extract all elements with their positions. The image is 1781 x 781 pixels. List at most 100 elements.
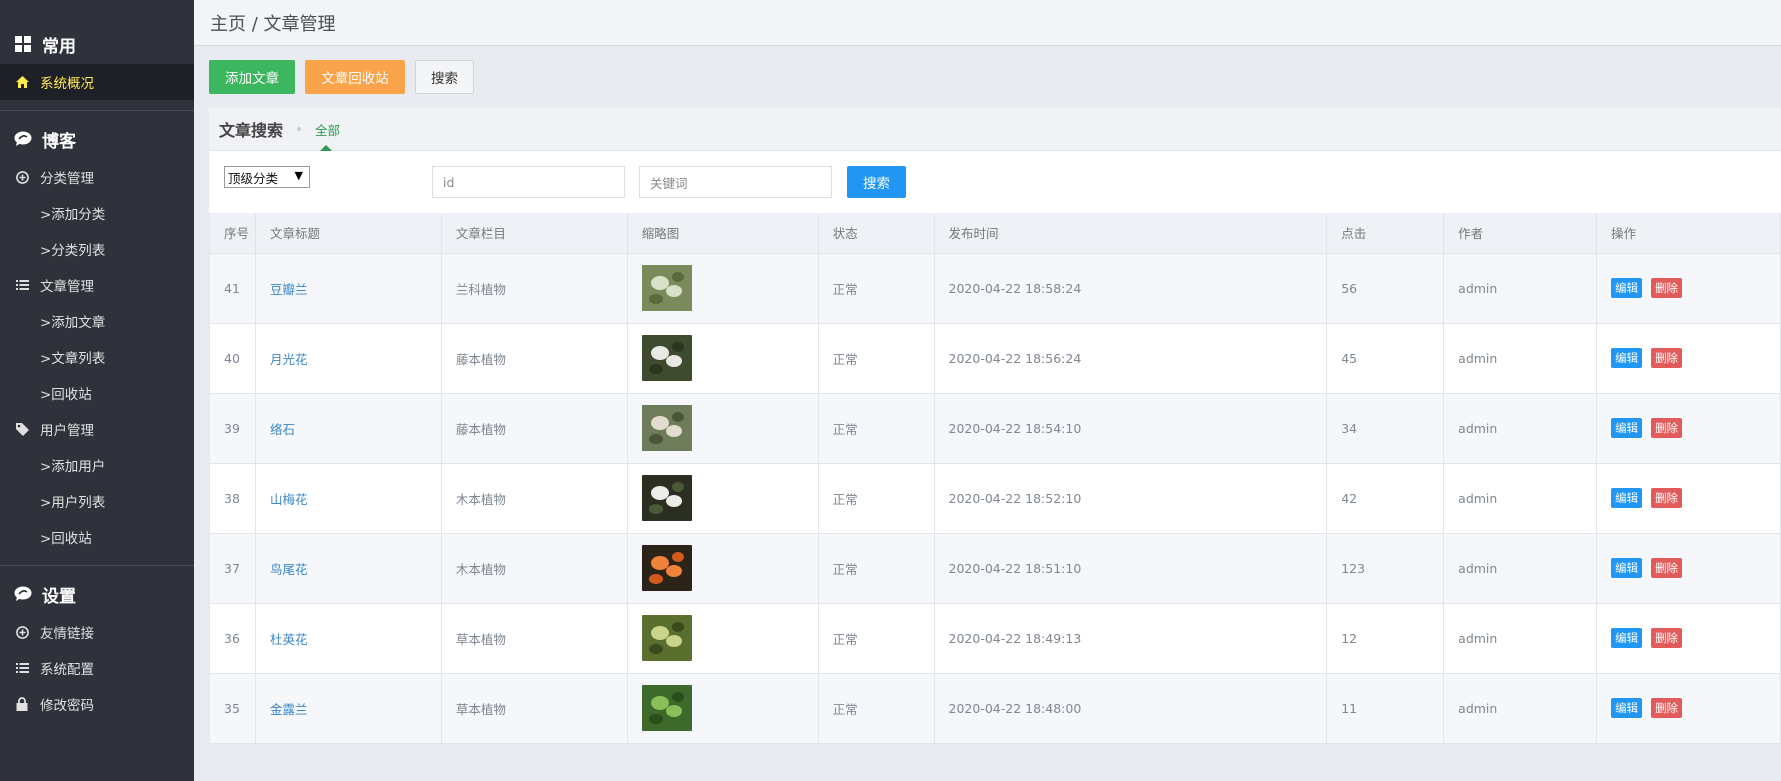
cell-category: 兰科植物	[440, 252, 628, 324]
sidebar-subitem[interactable]: >文章列表	[0, 339, 194, 375]
cell-category: 藤本植物	[440, 392, 628, 464]
cell-clicks: 12	[1326, 602, 1445, 674]
sidebar-subitem[interactable]: >回收站	[0, 519, 194, 555]
table-row: 41 豆瓣兰 兰科植物 正常 2020-04-22 18:58:24 56 ad…	[209, 252, 1781, 324]
article-title-link[interactable]: 金露兰	[270, 702, 308, 717]
sidebar-item[interactable]: 文章管理	[0, 267, 194, 303]
sidebar-item[interactable]: 用户管理	[0, 411, 194, 447]
sidebar-subitem-label: >文章列表	[40, 351, 106, 367]
article-title-link[interactable]: 月光花	[270, 352, 308, 367]
sidebar-item-label: 用户管理	[40, 423, 94, 439]
sidebar-item[interactable]: 系统配置	[0, 650, 194, 686]
sidebar-subitem-label: >添加分类	[40, 207, 106, 223]
table-row: 35 金露兰 草本植物 正常 2020-04-22 18:48:00 11 ad…	[209, 672, 1781, 744]
cell-clicks: 45	[1326, 322, 1445, 394]
edit-button[interactable]: 编辑	[1611, 698, 1643, 718]
id-input[interactable]: id	[432, 166, 625, 198]
separator-dot	[297, 127, 302, 131]
edit-button[interactable]: 编辑	[1611, 348, 1643, 368]
delete-button[interactable]: 删除	[1651, 348, 1683, 368]
chat-bubble-icon	[14, 130, 32, 148]
cell-status: 正常	[817, 532, 935, 604]
edit-button[interactable]: 编辑	[1611, 278, 1643, 298]
sidebar-section-1: 博客	[0, 119, 194, 159]
delete-button[interactable]: 删除	[1651, 558, 1683, 578]
sidebar-item[interactable]: 系统概况	[0, 64, 194, 100]
delete-button[interactable]: 删除	[1651, 278, 1683, 298]
keyword-input[interactable]: 关键词	[639, 166, 832, 198]
table-row: 38 山梅花 木本植物 正常 2020-04-22 18:52:10 42 ad…	[209, 462, 1781, 534]
cell-time: 2020-04-22 18:49:13	[933, 602, 1328, 674]
sidebar-item-label: 系统概况	[40, 76, 94, 92]
cell-thumbnail	[626, 462, 819, 534]
sidebar-subitem[interactable]: >添加文章	[0, 303, 194, 339]
cell-thumbnail	[626, 392, 819, 464]
cell-status: 正常	[817, 462, 935, 534]
table-header-row: 序号 文章标题 文章栏目 缩略图 状态 发布时间 点击 作者 操作	[209, 213, 1781, 254]
article-title-link[interactable]: 豆瓣兰	[270, 282, 308, 297]
plus-circle-icon	[15, 170, 29, 184]
add-article-button[interactable]: 添加文章	[209, 60, 295, 94]
table-row: 36 杜英花 草本植物 正常 2020-04-22 18:49:13 12 ad…	[209, 602, 1781, 674]
sidebar-subitem-label: >回收站	[40, 531, 92, 547]
sidebar-subitem-label: >回收站	[40, 387, 92, 403]
sidebar-subitem-label: >用户列表	[40, 495, 106, 511]
category-select[interactable]: 顶级分类 ▼	[224, 166, 310, 188]
sidebar-subitem[interactable]: >回收站	[0, 375, 194, 411]
sidebar-subitem-label: >分类列表	[40, 243, 106, 259]
sidebar-item[interactable]: 分类管理	[0, 159, 194, 195]
cell-status: 正常	[817, 322, 935, 394]
cell-author: admin	[1443, 322, 1598, 394]
article-recycle-button[interactable]: 文章回收站	[305, 60, 405, 94]
delete-button[interactable]: 删除	[1651, 698, 1683, 718]
tab-all[interactable]: 全部	[315, 120, 340, 139]
cell-id: 41	[209, 252, 256, 324]
article-title-link[interactable]: 杜英花	[270, 632, 308, 647]
cell-category: 草本植物	[440, 672, 628, 744]
cell-actions: 编辑 删除	[1596, 392, 1781, 464]
sidebar-subitem-label: >添加文章	[40, 315, 106, 331]
cell-category: 藤本植物	[440, 322, 628, 394]
sidebar-subitem[interactable]: >添加用户	[0, 447, 194, 483]
delete-button[interactable]: 删除	[1651, 628, 1683, 648]
sidebar-item[interactable]: 修改密码	[0, 686, 194, 722]
edit-button[interactable]: 编辑	[1611, 628, 1643, 648]
category-select-value: 顶级分类	[228, 170, 279, 186]
search-toggle-button[interactable]: 搜索	[415, 60, 474, 94]
sidebar-section-title: 博客	[42, 131, 76, 152]
cell-status: 正常	[817, 252, 935, 324]
edit-button[interactable]: 编辑	[1611, 418, 1643, 438]
article-title-link[interactable]: 鸟尾花	[270, 562, 308, 577]
cell-id: 37	[209, 532, 256, 604]
thumbnail-image	[641, 265, 692, 311]
edit-button[interactable]: 编辑	[1611, 488, 1643, 508]
delete-button[interactable]: 删除	[1651, 488, 1683, 508]
cell-category: 木本植物	[440, 462, 628, 534]
sidebar-subitem[interactable]: >分类列表	[0, 231, 194, 267]
article-title-link[interactable]: 山梅花	[270, 492, 308, 507]
search-panel-header: 文章搜索 全部	[209, 108, 1781, 151]
delete-button[interactable]: 删除	[1651, 418, 1683, 438]
sidebar-item-label: 文章管理	[40, 279, 94, 295]
article-table: 序号 文章标题 文章栏目 缩略图 状态 发布时间 点击 作者 操作 41 豆瓣兰 兰科植物 正常…	[209, 213, 1781, 744]
cell-id: 35	[209, 672, 256, 744]
plus-circle-icon	[15, 625, 29, 639]
edit-button[interactable]: 编辑	[1611, 558, 1643, 578]
sidebar-item[interactable]: 友情链接	[0, 614, 194, 650]
column-header: 作者	[1443, 213, 1598, 254]
cell-actions: 编辑 删除	[1596, 672, 1781, 744]
cell-clicks: 11	[1326, 672, 1445, 744]
cell-status: 正常	[817, 392, 935, 464]
cell-time: 2020-04-22 18:54:10	[933, 392, 1328, 464]
sidebar-subitem[interactable]: >用户列表	[0, 483, 194, 519]
dropdown-arrow-icon: ▼	[294, 169, 303, 182]
cell-thumbnail	[626, 602, 819, 674]
sidebar-subitem[interactable]: >添加分类	[0, 195, 194, 231]
search-button[interactable]: 搜索	[847, 166, 906, 198]
cell-thumbnail	[626, 322, 819, 394]
cell-actions: 编辑 删除	[1596, 602, 1781, 674]
cell-thumbnail	[626, 672, 819, 744]
cell-id: 40	[209, 322, 256, 394]
sidebar: 常用 系统概况 博客 分类管理 >添加分类 >分类列表 文章管理 >添加文章 >文章…	[0, 0, 194, 781]
article-title-link[interactable]: 络石	[270, 422, 295, 437]
